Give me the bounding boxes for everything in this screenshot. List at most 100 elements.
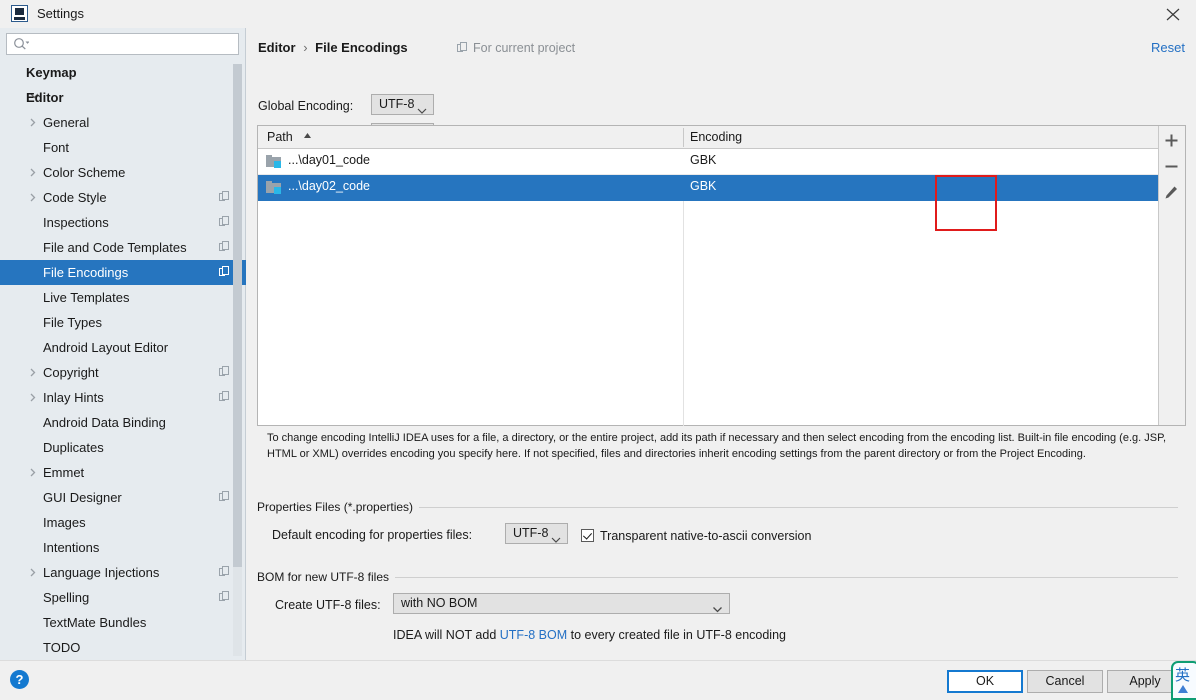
sidebar-item-images[interactable]: Images — [0, 510, 246, 535]
row-path-value: ...\day01_code — [288, 153, 370, 167]
sidebar-item-label: General — [43, 110, 89, 135]
sidebar-item-label: File and Code Templates — [43, 235, 187, 260]
chevron-down-icon — [712, 602, 723, 616]
copy-settings-icon — [219, 191, 230, 203]
file-encodings-table: Path Encoding ...\day01_code GBK — [257, 125, 1186, 426]
remove-path-button[interactable] — [1159, 154, 1185, 180]
table-row[interactable]: ...\day01_code GBK — [258, 149, 1185, 175]
encoding-description: To change encoding IntelliJ IDEA uses fo… — [267, 431, 1178, 462]
dialog-footer: ? OK Cancel Apply — [0, 660, 1196, 700]
edit-path-button[interactable] — [1159, 180, 1185, 206]
sidebar-item-label: Live Templates — [43, 285, 129, 310]
create-utf8-files-label: Create UTF-8 files: — [275, 598, 381, 612]
sidebar-item-label: Android Data Binding — [43, 410, 166, 435]
transparent-native-to-ascii-checkbox[interactable]: Transparent native-to-ascii conversion — [581, 527, 811, 543]
sidebar-item-label: Language Injections — [43, 560, 159, 585]
chevron-down-icon — [417, 103, 427, 117]
help-icon[interactable]: ? — [10, 670, 29, 689]
bom-section-title: BOM for new UTF-8 files — [257, 570, 395, 584]
bom-hint-before: IDEA will NOT add — [393, 628, 500, 642]
chevron-right-icon[interactable] — [28, 185, 40, 210]
sidebar-item-android-data-binding[interactable]: Android Data Binding — [0, 410, 246, 435]
settings-sidebar: KeymapEditorGeneralFontColor SchemeCode … — [0, 28, 246, 660]
sidebar-item-label: Inspections — [43, 210, 109, 235]
header-column-divider[interactable] — [683, 128, 684, 147]
sidebar-item-copyright[interactable]: Copyright — [0, 360, 246, 385]
chevron-right-icon[interactable] — [28, 160, 40, 185]
sidebar-item-spelling[interactable]: Spelling — [0, 585, 246, 610]
column-header-encoding[interactable]: Encoding — [690, 126, 742, 148]
chevron-right-icon[interactable] — [28, 110, 40, 135]
settings-dialog: Settings KeymapEditorGeneralFontColor Sc… — [0, 0, 1196, 700]
add-path-button[interactable] — [1159, 128, 1185, 154]
column-header-path[interactable]: Path — [267, 126, 312, 148]
sidebar-item-keymap[interactable]: Keymap — [0, 60, 246, 85]
chevron-down-icon — [551, 532, 561, 546]
sidebar-item-code-style[interactable]: Code Style — [0, 185, 246, 210]
settings-tree: KeymapEditorGeneralFontColor SchemeCode … — [0, 60, 246, 660]
ime-mode-label: 英 — [1175, 664, 1190, 685]
breadcrumb-separator: › — [299, 40, 311, 55]
sidebar-item-android-layout-editor[interactable]: Android Layout Editor — [0, 335, 246, 360]
close-icon[interactable] — [1150, 0, 1196, 28]
create-utf8-files-select[interactable]: with NO BOM — [393, 593, 730, 614]
sidebar-item-color-scheme[interactable]: Color Scheme — [0, 160, 246, 185]
bom-hint-after: to every created file in UTF-8 encoding — [567, 628, 786, 642]
ok-button[interactable]: OK — [947, 670, 1023, 693]
sidebar-item-language-injections[interactable]: Language Injections — [0, 560, 246, 585]
row-encoding-value[interactable]: GBK — [690, 179, 716, 193]
table-toolbar — [1158, 126, 1185, 425]
sidebar-item-label: TextMate Bundles — [43, 610, 146, 635]
copy-settings-icon — [219, 366, 230, 378]
sidebar-item-font[interactable]: Font — [0, 135, 246, 160]
ime-indicator[interactable]: 英 — [1171, 661, 1196, 700]
sidebar-item-inspections[interactable]: Inspections — [0, 210, 246, 235]
reset-link[interactable]: Reset — [1151, 40, 1185, 55]
sidebar-item-emmet[interactable]: Emmet — [0, 460, 246, 485]
sidebar-item-intentions[interactable]: Intentions — [0, 535, 246, 560]
breadcrumb-leaf: File Encodings — [315, 40, 407, 55]
sidebar-item-label: File Types — [43, 310, 102, 335]
search-input[interactable] — [6, 33, 239, 55]
bom-hint: IDEA will NOT add UTF-8 BOM to every cre… — [393, 628, 786, 642]
search-box[interactable] — [6, 33, 239, 55]
copy-settings-icon — [219, 391, 230, 403]
table-row[interactable]: ...\day02_code GBK — [258, 175, 1185, 201]
breadcrumb: Editor › File Encodings — [258, 40, 408, 55]
sidebar-item-label: Keymap — [26, 60, 77, 85]
sidebar-item-editor[interactable]: Editor — [0, 85, 246, 110]
for-current-project-text: For current project — [473, 41, 575, 55]
chevron-right-icon[interactable] — [28, 360, 40, 385]
default-properties-encoding-select[interactable]: UTF-8 — [505, 523, 568, 544]
cancel-button[interactable]: Cancel — [1027, 670, 1103, 693]
copy-settings-icon — [219, 241, 230, 253]
chevron-right-icon[interactable] — [28, 560, 40, 585]
row-encoding-value[interactable]: GBK — [690, 153, 716, 167]
sidebar-item-duplicates[interactable]: Duplicates — [0, 435, 246, 460]
chevron-right-icon[interactable] — [28, 460, 40, 485]
global-encoding-select[interactable]: UTF-8 — [371, 94, 434, 115]
sidebar-scrollbar-thumb[interactable] — [233, 64, 242, 567]
sidebar-item-file-types[interactable]: File Types — [0, 310, 246, 335]
column-header-path-label: Path — [267, 130, 293, 144]
sidebar-item-live-templates[interactable]: Live Templates — [0, 285, 246, 310]
for-current-project-label: For current project — [457, 41, 575, 55]
sidebar-item-label: File Encodings — [43, 260, 128, 285]
chevron-right-icon[interactable] — [28, 385, 40, 410]
sidebar-item-textmate-bundles[interactable]: TextMate Bundles — [0, 610, 246, 635]
sidebar-item-label: Intentions — [43, 535, 99, 560]
sidebar-item-label: Code Style — [43, 185, 107, 210]
sidebar-item-label: Inlay Hints — [43, 385, 104, 410]
sidebar-item-label: Font — [43, 135, 69, 160]
sidebar-item-gui-designer[interactable]: GUI Designer — [0, 485, 246, 510]
sidebar-item-file-encodings[interactable]: File Encodings — [0, 260, 246, 285]
sort-ascending-icon — [303, 124, 312, 146]
sidebar-item-todo[interactable]: TODO — [0, 635, 246, 660]
sidebar-item-inlay-hints[interactable]: Inlay Hints — [0, 385, 246, 410]
sidebar-item-general[interactable]: General — [0, 110, 246, 135]
copy-settings-icon — [219, 216, 230, 228]
folder-module-icon — [266, 155, 281, 168]
breadcrumb-root[interactable]: Editor — [258, 40, 296, 55]
bom-hint-link[interactable]: UTF-8 BOM — [500, 628, 567, 642]
sidebar-item-file-and-code-templates[interactable]: File and Code Templates — [0, 235, 246, 260]
